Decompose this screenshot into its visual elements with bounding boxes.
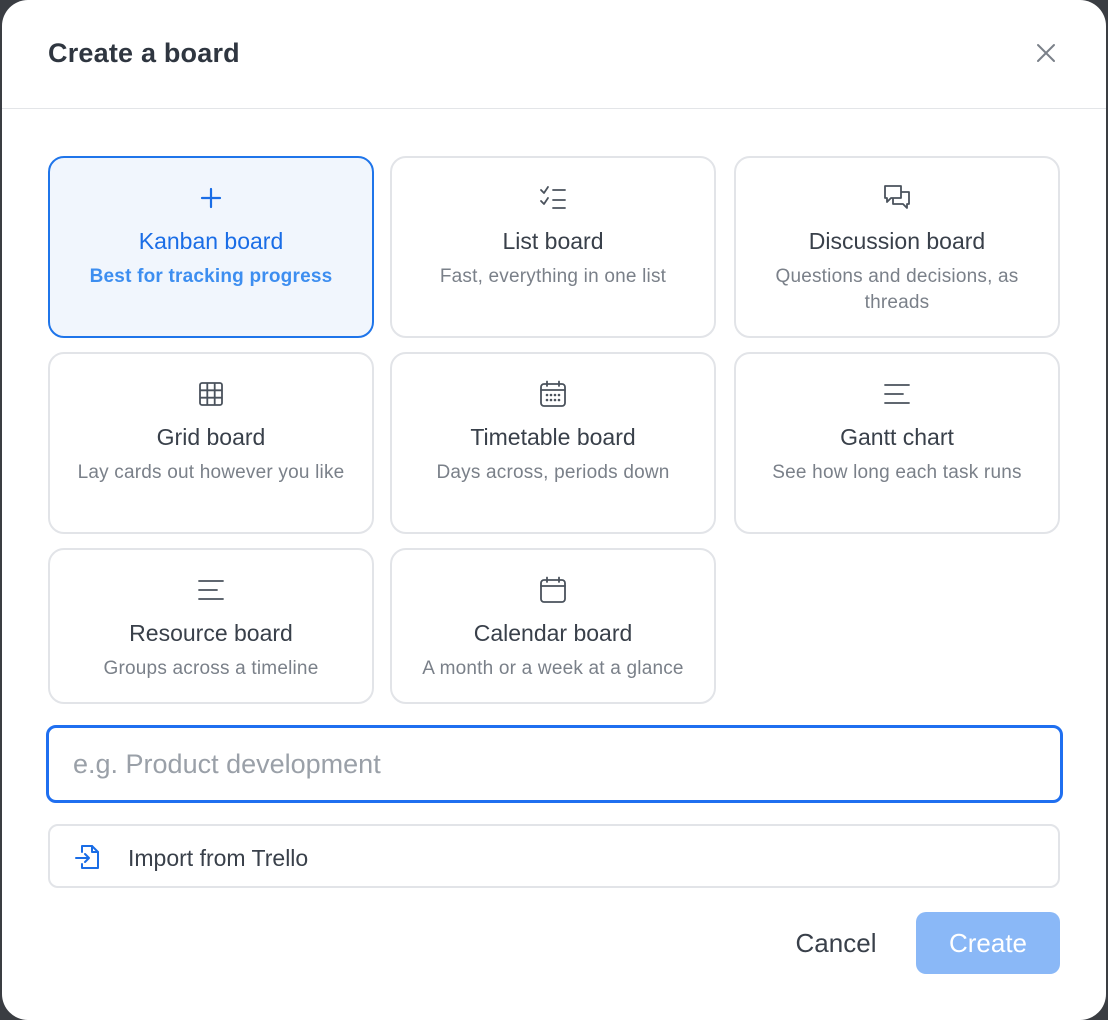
import-label: Import from Trello bbox=[128, 845, 309, 871]
board-option-description: Questions and decisions, as threads bbox=[775, 266, 1019, 313]
board-option-discussion[interactable]: Discussion board Questions and decisions… bbox=[734, 156, 1060, 338]
board-option-list[interactable]: List board Fast, everything in one list bbox=[390, 156, 716, 338]
board-option-name: Resource board bbox=[129, 620, 293, 646]
lines-icon bbox=[50, 574, 372, 606]
create-button[interactable]: Create bbox=[916, 912, 1060, 974]
plus-icon bbox=[50, 182, 372, 214]
board-option-name: Gantt chart bbox=[840, 424, 954, 450]
board-option-gantt[interactable]: Gantt chart See how long each task runs bbox=[734, 352, 1060, 534]
board-option-name: Calendar board bbox=[473, 620, 633, 646]
lines-icon bbox=[736, 378, 1058, 410]
dialog-title: Create a board bbox=[48, 38, 240, 68]
create-board-dialog: Create a board Kanban board Best for tra… bbox=[2, 0, 1106, 1020]
import-from-trello-button[interactable]: Import from Trello bbox=[48, 824, 1060, 888]
board-option-resource[interactable]: Resource board Groups across a timeline bbox=[48, 548, 374, 704]
board-option-description: Fast, everything in one list bbox=[439, 266, 667, 287]
board-option-grid[interactable]: Grid board Lay cards out however you lik… bbox=[48, 352, 374, 534]
board-option-description: Days across, periods down bbox=[436, 462, 670, 483]
grid-icon bbox=[50, 378, 372, 410]
calendar-grid-icon bbox=[392, 378, 714, 410]
board-option-description: Best for tracking progress bbox=[89, 266, 333, 287]
board-option-description: Lay cards out however you like bbox=[77, 462, 345, 483]
board-option-calendar[interactable]: Calendar board A month or a week at a gl… bbox=[390, 548, 716, 704]
dialog-header: Create a board bbox=[2, 0, 1106, 109]
board-option-description: A month or a week at a glance bbox=[422, 658, 684, 679]
board-option-description: See how long each task runs bbox=[772, 462, 1022, 483]
chat-bubbles-icon bbox=[736, 182, 1058, 214]
close-icon[interactable] bbox=[1031, 38, 1061, 68]
board-option-description: Groups across a timeline bbox=[103, 658, 319, 679]
board-name-input[interactable] bbox=[46, 725, 1063, 803]
calendar-icon bbox=[392, 574, 714, 606]
board-option-name: Discussion board bbox=[808, 228, 986, 254]
checklist-icon bbox=[392, 182, 714, 214]
board-option-timetable[interactable]: Timetable board Days across, periods dow… bbox=[390, 352, 716, 534]
file-import-icon bbox=[74, 842, 104, 872]
board-option-name: Timetable board bbox=[470, 424, 636, 450]
board-option-name: Grid board bbox=[156, 424, 266, 450]
board-option-name: Kanban board bbox=[138, 228, 284, 254]
board-option-name: List board bbox=[502, 228, 604, 254]
cancel-button[interactable]: Cancel bbox=[772, 912, 900, 974]
board-option-kanban[interactable]: Kanban board Best for tracking progress bbox=[48, 156, 374, 338]
